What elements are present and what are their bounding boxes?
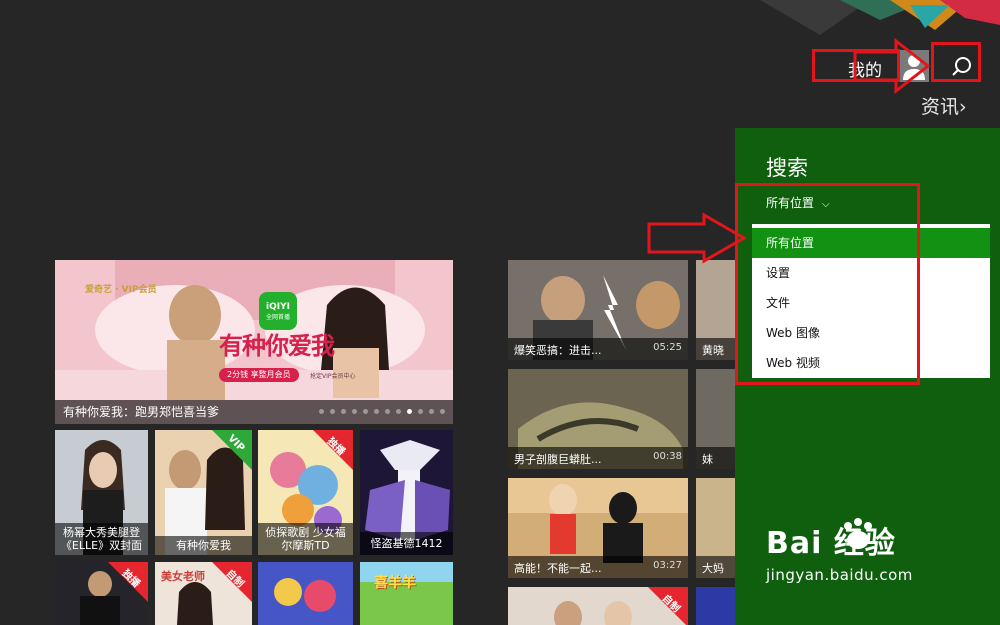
video-caption: 妹子！ bbox=[696, 447, 736, 469]
video-tile[interactable] bbox=[696, 587, 736, 625]
exclusive-badge: 独播 bbox=[108, 562, 148, 602]
carousel-dot[interactable] bbox=[429, 409, 434, 414]
tile-detective[interactable]: 独播 侦探歌剧 少女福尔摩斯TD bbox=[258, 430, 353, 555]
chevron-right-icon: › bbox=[959, 96, 967, 118]
carousel-dot[interactable] bbox=[440, 409, 445, 414]
scope-option-settings[interactable]: 设置 bbox=[752, 258, 990, 288]
carousel-dot[interactable] bbox=[341, 409, 346, 414]
carousel-dot[interactable] bbox=[418, 409, 423, 414]
video-duration: 05:25 bbox=[653, 342, 682, 353]
video-caption: 黄晓明 bbox=[696, 338, 736, 360]
video-title: 爆笑恶搞：进击... bbox=[514, 344, 602, 357]
news-link[interactable]: 资讯› bbox=[921, 92, 967, 119]
carousel-dot[interactable] bbox=[385, 409, 390, 414]
video-caption: 大妈隆 bbox=[696, 556, 736, 578]
hero-banner[interactable]: 爱奇艺 · VIP会员 iQIYI 全网首播 有种你爱我 2分钱 享整月会员 抢… bbox=[55, 260, 453, 424]
video-tile[interactable]: 妹子！ bbox=[696, 369, 736, 469]
iqiyi-logo: iQIYI 全网首播 bbox=[259, 292, 297, 330]
news-link-label: 资讯 bbox=[921, 96, 960, 118]
carousel-dot[interactable] bbox=[330, 409, 335, 414]
tile-yangmi[interactable]: 杨幂大秀美腿登《ELLE》双封面 bbox=[55, 430, 148, 555]
exclusive-badge: 独播 bbox=[313, 430, 353, 470]
tile-row2-3[interactable] bbox=[258, 562, 353, 625]
tile-row2-4[interactable]: 喜羊羊 bbox=[360, 562, 453, 625]
scope-option-web-images[interactable]: Web 图像 bbox=[752, 318, 990, 348]
search-scope-label: 所有位置 bbox=[766, 196, 815, 210]
scope-option-files[interactable]: 文件 bbox=[752, 288, 990, 318]
tile-caption: 怪盗基德1412 bbox=[360, 532, 453, 555]
video-tile[interactable]: 自制 bbox=[508, 587, 688, 625]
hero-title-art: 有种你爱我 bbox=[219, 332, 335, 360]
tile-youzhong[interactable]: VIP 有种你爱我 bbox=[155, 430, 252, 555]
video-tile[interactable]: 男子剖腹巨蟒肚... 00:38 bbox=[508, 369, 688, 469]
search-scope-menu: 所有位置 设置 文件 Web 图像 Web 视频 bbox=[752, 224, 990, 378]
video-tile[interactable]: 高能！不能一起... 03:27 bbox=[508, 478, 688, 578]
annotation-arrow-icon bbox=[647, 212, 748, 264]
carousel-dot[interactable] bbox=[396, 409, 401, 414]
video-tile[interactable]: 大妈隆 bbox=[696, 478, 736, 578]
carousel-dots[interactable] bbox=[319, 409, 445, 414]
carousel-dot[interactable] bbox=[374, 409, 379, 414]
chevron-down-icon: ⌵ bbox=[822, 199, 830, 210]
tile-kid[interactable]: 怪盗基德1412 bbox=[360, 430, 453, 555]
annotation-arrow-icon bbox=[853, 38, 931, 94]
video-title: 高能！不能一起... bbox=[514, 562, 602, 575]
tile-row2-2[interactable]: 美女老师 自制 bbox=[155, 562, 252, 625]
tile-label: 喜羊羊 bbox=[374, 575, 416, 591]
search-scope-dropdown[interactable]: 所有位置 ⌵ bbox=[766, 194, 830, 211]
vip-badge: VIP bbox=[212, 430, 252, 470]
brand-label: 爱奇艺 · VIP会员 bbox=[85, 285, 157, 295]
search-icon bbox=[952, 57, 971, 76]
video-duration: 00:38 bbox=[653, 451, 682, 462]
original-badge: 自制 bbox=[212, 562, 252, 602]
carousel-dot[interactable] bbox=[363, 409, 368, 414]
carousel-dot[interactable] bbox=[407, 409, 412, 414]
tile-caption: 有种你爱我 bbox=[155, 536, 252, 555]
paw-icon bbox=[844, 518, 872, 549]
decorative-corner-shapes bbox=[760, 0, 1000, 40]
tile-caption: 杨幂大秀美腿登《ELLE》双封面 bbox=[55, 523, 148, 555]
carousel-dot[interactable] bbox=[319, 409, 324, 414]
tile-caption: 侦探歌剧 少女福尔摩斯TD bbox=[258, 523, 353, 555]
video-tile[interactable]: 爆笑恶搞：进击... 05:25 bbox=[508, 260, 688, 360]
tile-row2-1[interactable]: 独播 bbox=[55, 562, 148, 625]
promo-pill: 2分钱 享整月会员 bbox=[219, 368, 299, 382]
tile-image bbox=[258, 562, 353, 625]
video-caption: 男子剖腹巨蟒肚... 00:38 bbox=[508, 447, 688, 469]
video-caption: 爆笑恶搞：进击... 05:25 bbox=[508, 338, 688, 360]
hero-caption: 有种你爱我：跑男郑恺喜当爹 bbox=[63, 405, 220, 419]
video-tile[interactable]: 黄晓明 bbox=[696, 260, 736, 360]
watermark-url: jingyan.baidu.com bbox=[766, 566, 913, 584]
scope-option-all[interactable]: 所有位置 bbox=[752, 228, 990, 258]
search-button[interactable] bbox=[944, 50, 978, 84]
promo-sub: 抢定VIP会员中心 bbox=[310, 373, 356, 380]
original-badge: 自制 bbox=[648, 587, 688, 625]
video-duration: 03:27 bbox=[653, 560, 682, 571]
tile-label: 美女老师 bbox=[161, 570, 205, 583]
carousel-dot[interactable] bbox=[352, 409, 357, 414]
scope-option-web-videos[interactable]: Web 视频 bbox=[752, 348, 990, 378]
hero-caption-bar: 有种你爱我：跑男郑恺喜当爹 bbox=[55, 400, 453, 424]
search-pane-title: 搜索 bbox=[766, 156, 808, 180]
video-title: 男子剖腹巨蟒肚... bbox=[514, 453, 602, 466]
video-caption: 高能！不能一起... 03:27 bbox=[508, 556, 688, 578]
